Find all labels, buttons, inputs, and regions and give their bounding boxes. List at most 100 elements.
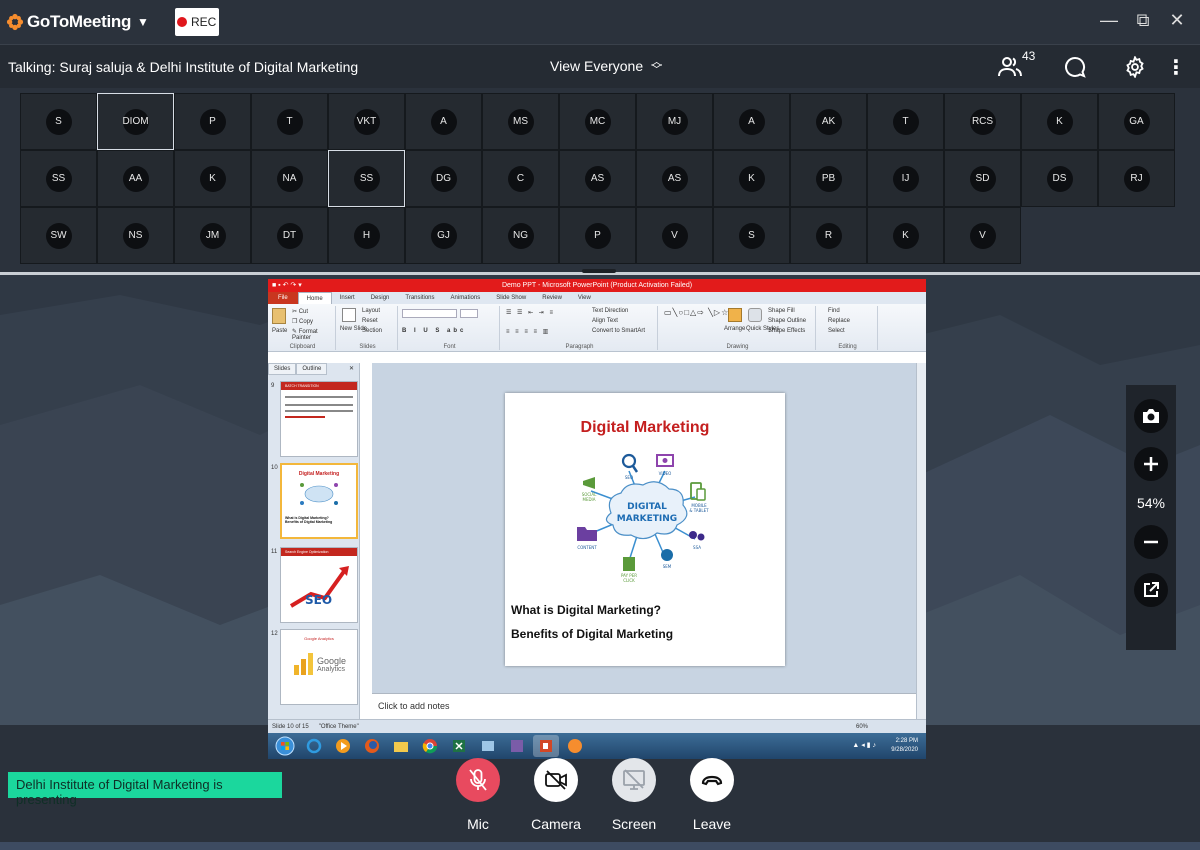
ppt-tab-view[interactable]: View bbox=[570, 295, 599, 301]
zoom-in-button[interactable] bbox=[1134, 447, 1168, 481]
attendee-tile[interactable]: NG bbox=[482, 207, 559, 264]
attendee-tile[interactable]: SS bbox=[20, 150, 97, 207]
ppt-tab-animations[interactable]: Animations bbox=[443, 295, 489, 301]
paste-icon[interactable] bbox=[272, 308, 286, 324]
gear-icon[interactable] bbox=[1124, 56, 1146, 78]
attendee-tile[interactable]: RJ bbox=[1098, 150, 1175, 207]
rec-button[interactable]: REC bbox=[174, 8, 219, 36]
attendee-tile[interactable]: VKT bbox=[328, 93, 405, 150]
app-taskbar-icon[interactable] bbox=[475, 735, 501, 757]
minimize-icon[interactable]: — bbox=[1100, 10, 1118, 31]
chat-icon[interactable] bbox=[1064, 56, 1086, 78]
gotomeeting-taskbar-icon[interactable] bbox=[562, 735, 588, 757]
close-icon[interactable]: ✕ bbox=[1168, 10, 1186, 31]
more-vertical-icon[interactable]: ⋮ bbox=[1166, 55, 1186, 80]
zoom-out-button[interactable] bbox=[1134, 525, 1168, 559]
vertical-scrollbar[interactable] bbox=[916, 363, 926, 719]
attendee-tile[interactable]: AS bbox=[636, 150, 713, 207]
attendee-tile[interactable]: T bbox=[251, 93, 328, 150]
section-button[interactable]: Section bbox=[362, 328, 382, 334]
tab-slides[interactable]: Slides bbox=[268, 363, 297, 375]
attendee-tile[interactable]: H bbox=[328, 207, 405, 264]
slide-editor[interactable]: Digital Marketing DIGITAL MARKETING SEO … bbox=[372, 363, 916, 693]
format-painter-button[interactable]: ✎ Format Painter bbox=[292, 328, 335, 341]
powerpoint-taskbar-icon[interactable] bbox=[533, 735, 559, 757]
attendee-tile[interactable]: MC bbox=[559, 93, 636, 150]
firefox-taskbar-icon[interactable] bbox=[359, 735, 385, 757]
attendee-tile[interactable]: JM bbox=[174, 207, 251, 264]
system-tray-icons[interactable]: ▲ ◂ ▮ ♪ bbox=[852, 741, 876, 749]
arrange-icon[interactable] bbox=[728, 308, 742, 322]
shape-outline-button[interactable]: Shape Outline bbox=[768, 318, 806, 324]
media-player-taskbar-icon[interactable] bbox=[330, 735, 356, 757]
shape-effects-button[interactable]: Shape Effects bbox=[768, 328, 805, 334]
layout-button[interactable]: Layout bbox=[362, 308, 380, 314]
attendee-tile[interactable]: MS bbox=[482, 93, 559, 150]
attendee-tile[interactable]: K bbox=[867, 207, 944, 264]
attendee-tile[interactable]: K bbox=[1021, 93, 1098, 150]
cut-button[interactable]: ✂ Cut bbox=[292, 308, 308, 315]
attendees-button[interactable]: 43 bbox=[998, 49, 1038, 80]
shared-screen[interactable]: ■ ▪ ↶ ↷ ▾ Demo PPT - Microsoft PowerPoin… bbox=[268, 279, 926, 759]
attendee-tile[interactable]: DS bbox=[1021, 150, 1098, 207]
find-button[interactable]: Find bbox=[828, 308, 840, 314]
attendee-tile[interactable]: PB bbox=[790, 150, 867, 207]
attendee-tile[interactable]: IJ bbox=[867, 150, 944, 207]
attendee-tile[interactable]: T bbox=[867, 93, 944, 150]
tab-outline[interactable]: Outline bbox=[296, 363, 328, 375]
select-button[interactable]: Select bbox=[828, 328, 845, 334]
text-direction-button[interactable]: Text Direction bbox=[592, 308, 628, 314]
resize-handle[interactable] bbox=[582, 269, 616, 273]
font-name-select[interactable] bbox=[402, 309, 457, 318]
align-text-button[interactable]: Align Text bbox=[592, 318, 618, 324]
folder-taskbar-icon[interactable] bbox=[388, 735, 414, 757]
arrange-label[interactable]: Arrange bbox=[724, 326, 745, 332]
ppt-tab-insert[interactable]: Insert bbox=[332, 295, 363, 301]
ppt-tab-file[interactable]: File bbox=[268, 292, 298, 304]
ppt-tab-home[interactable]: Home bbox=[297, 292, 332, 304]
ie-taskbar-icon[interactable] bbox=[301, 735, 327, 757]
taskbar-clock[interactable]: 2:28 PM 9/28/2020 bbox=[891, 737, 918, 755]
paste-label[interactable]: Paste bbox=[272, 328, 287, 334]
attendee-tile[interactable]: AK bbox=[790, 93, 867, 150]
attendee-tile[interactable]: AA bbox=[97, 150, 174, 207]
ppt-zoom-level[interactable]: 60% bbox=[856, 724, 868, 730]
screen-button[interactable]: Screen bbox=[606, 758, 662, 832]
start-button[interactable] bbox=[272, 735, 298, 757]
attendee-tile[interactable]: SS bbox=[328, 150, 405, 207]
copy-button[interactable]: ❐ Copy bbox=[292, 318, 313, 325]
excel-taskbar-icon[interactable] bbox=[446, 735, 472, 757]
attendee-tile[interactable]: A bbox=[405, 93, 482, 150]
chrome-taskbar-icon[interactable] bbox=[417, 735, 443, 757]
attendee-tile[interactable]: SD bbox=[944, 150, 1021, 207]
convert-smartart-button[interactable]: Convert to SmartArt bbox=[592, 328, 645, 334]
ppt-tab-review[interactable]: Review bbox=[534, 295, 570, 301]
attendee-tile[interactable]: NA bbox=[251, 150, 328, 207]
slide-thumbnail[interactable]: Search Engine Optimization SEO bbox=[280, 547, 358, 623]
attendee-tile[interactable]: NS bbox=[97, 207, 174, 264]
paint-taskbar-icon[interactable] bbox=[504, 735, 530, 757]
mic-button[interactable]: Mic bbox=[450, 758, 506, 832]
attendee-tile[interactable]: S bbox=[713, 207, 790, 264]
snapshot-button[interactable] bbox=[1134, 399, 1168, 433]
pop-out-button[interactable] bbox=[1134, 573, 1168, 607]
leave-button[interactable]: Leave bbox=[684, 758, 740, 832]
attendee-tile[interactable]: P bbox=[174, 93, 251, 150]
view-selector[interactable]: View Everyone ︿ ﹀ bbox=[550, 57, 662, 76]
quick-styles-icon[interactable] bbox=[748, 308, 762, 322]
slide-thumbnail[interactable]: BATCH TRANSITION bbox=[280, 381, 358, 457]
attendee-tile[interactable]: GA bbox=[1098, 93, 1175, 150]
attendee-tile[interactable]: DT bbox=[251, 207, 328, 264]
shape-fill-button[interactable]: Shape Fill bbox=[768, 308, 795, 314]
ppt-tab-design[interactable]: Design bbox=[363, 295, 398, 301]
slide-thumbnail[interactable]: Google Analytics Google Analytics bbox=[280, 629, 358, 705]
font-format-buttons[interactable]: B I U S abc bbox=[402, 328, 466, 334]
attendee-tile[interactable]: DIOM bbox=[97, 93, 174, 150]
attendee-tile[interactable]: MJ bbox=[636, 93, 713, 150]
ppt-tab-slide-show[interactable]: Slide Show bbox=[488, 295, 534, 301]
attendee-tile[interactable]: K bbox=[174, 150, 251, 207]
notes-field[interactable]: Click to add notes bbox=[372, 693, 916, 719]
new-slide-icon[interactable] bbox=[342, 308, 356, 322]
attendee-tile[interactable]: GJ bbox=[405, 207, 482, 264]
align-buttons[interactable]: ≡ ≡ ≡ ≡ ▥ bbox=[506, 328, 550, 335]
